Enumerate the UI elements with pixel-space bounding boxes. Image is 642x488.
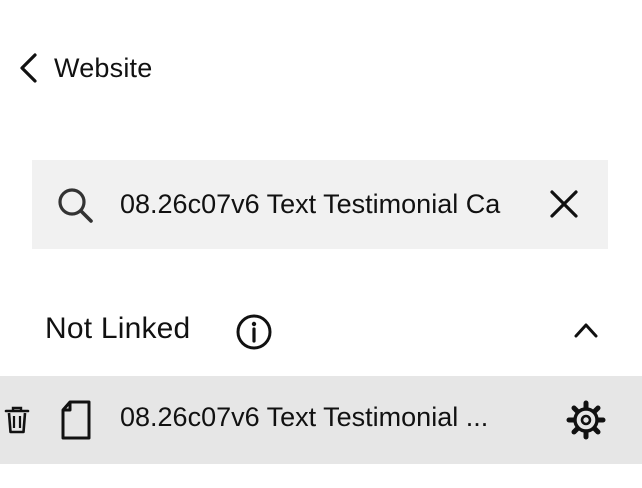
search-icon <box>58 188 93 223</box>
chevron-up-icon[interactable] <box>572 318 600 342</box>
close-icon[interactable] <box>548 188 580 220</box>
gear-icon[interactable] <box>566 400 606 440</box>
back-label: Website <box>54 52 153 83</box>
list-item-label: 08.26c07v6 Text Testimonial ... <box>120 402 489 432</box>
search-input[interactable] <box>120 180 520 228</box>
pages-panel: Website Not Linked 08.26c07v6 Text Testi… <box>0 0 642 488</box>
info-icon[interactable] <box>235 313 273 351</box>
page-icon <box>61 400 91 440</box>
trash-icon[interactable] <box>4 405 30 435</box>
chevron-left-icon <box>20 53 37 83</box>
section-title-not-linked: Not Linked <box>45 312 191 345</box>
back-to-website-link[interactable]: Website <box>18 48 152 88</box>
